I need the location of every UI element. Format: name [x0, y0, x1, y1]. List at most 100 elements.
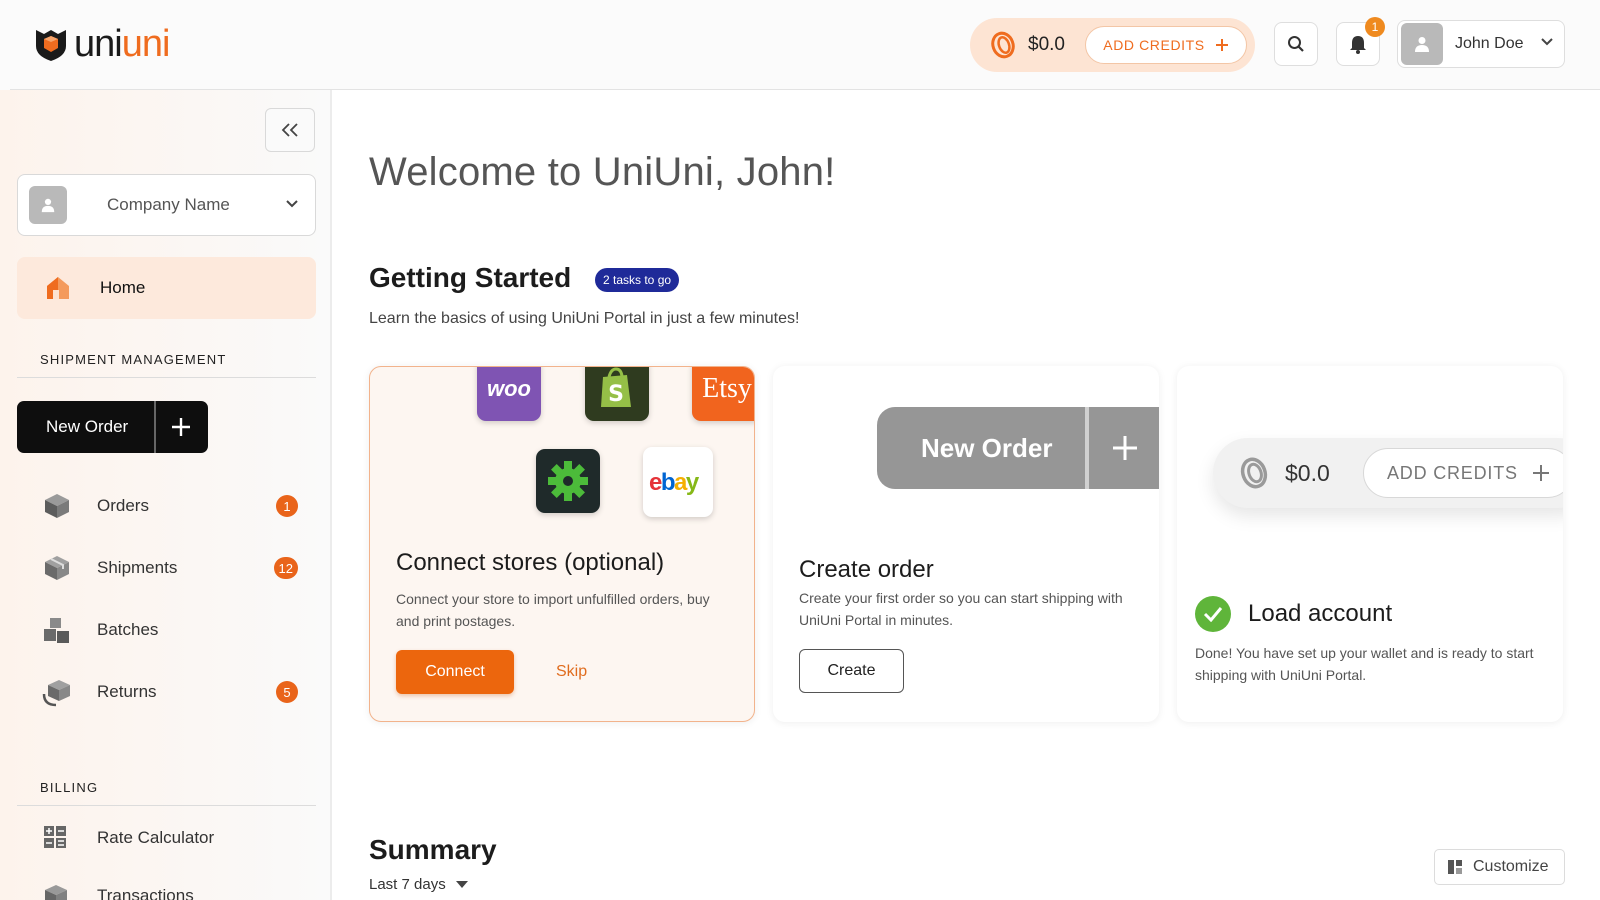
company-name: Company Name — [107, 195, 230, 214]
etsy-logo: Etsy — [692, 367, 754, 421]
check-circle-icon — [1195, 596, 1231, 632]
tasks-remaining-badge: 2 tasks to go — [595, 268, 680, 292]
customize-label: Customize — [1473, 858, 1549, 875]
ebay-wordmark-icon: ebay — [649, 469, 701, 495]
customize-button[interactable]: Customize — [1434, 849, 1565, 885]
search-icon — [1288, 36, 1304, 52]
svg-text:S: S — [608, 382, 624, 407]
gear-icon — [548, 461, 588, 501]
section-title-billing: BILLING — [40, 780, 99, 795]
user-menu-button[interactable]: John Doe — [1397, 20, 1565, 68]
coin-icon — [991, 31, 1015, 59]
logo-text-uni-accent: uni — [121, 23, 171, 65]
plus-icon — [1113, 436, 1137, 460]
connect-button[interactable]: Connect — [396, 650, 514, 694]
connect-stores-title: Connect stores (optional) — [396, 549, 665, 576]
sidebar-item-shipments[interactable]: Shipments 12 — [17, 542, 316, 594]
button-separator — [154, 401, 156, 453]
etsy-logo-text: Etsy — [702, 373, 752, 404]
add-credits-button[interactable]: ADD CREDITS — [1085, 26, 1247, 64]
company-selector[interactable]: Company Name — [17, 174, 316, 236]
wallet-balance: $0.0 ADD CREDITS — [970, 18, 1255, 72]
sidebar-item-label: Transactions — [97, 886, 194, 900]
plus-icon — [172, 418, 190, 436]
user-avatar — [1401, 23, 1443, 65]
shopify-bag-icon: S — [601, 367, 631, 407]
svg-text:ebay: ebay — [649, 469, 700, 495]
notifications-button[interactable]: 1 — [1336, 17, 1385, 66]
load-account-description: Done! You have set up your wallet and is… — [1195, 645, 1534, 683]
transactions-icon — [45, 885, 67, 900]
returns-count-badge: 5 — [276, 681, 298, 703]
illustration-add-credits: ADD CREDITS — [1363, 448, 1563, 498]
new-order-illustration: New Order — [877, 407, 1159, 489]
chevron-down-icon — [286, 200, 298, 208]
person-icon — [41, 198, 55, 213]
button-separator — [1085, 407, 1089, 489]
sidebar-item-home[interactable]: Home — [17, 257, 316, 319]
company-avatar — [29, 186, 67, 224]
logo-text-uni: uni — [74, 23, 123, 65]
section-divider — [17, 805, 316, 806]
create-order-title: Create order — [799, 556, 934, 583]
caret-down-icon — [455, 880, 468, 888]
uniuni-shield-icon — [36, 30, 66, 61]
section-divider — [17, 377, 316, 378]
woocommerce-logo: woo — [477, 367, 541, 421]
sidebar-item-label: Returns — [97, 682, 157, 701]
notification-count-badge: 1 — [1365, 17, 1385, 37]
wallet-amount: $0.0 — [1028, 34, 1065, 55]
coin-icon — [1240, 457, 1268, 489]
person-icon — [1415, 37, 1429, 52]
skip-button[interactable]: Skip — [556, 650, 587, 694]
illustration-add-credits-label: ADD CREDITS — [1387, 462, 1518, 483]
layout-icon — [1448, 860, 1462, 874]
wallet-illustration: $0.0 ADD CREDITS — [1213, 438, 1563, 508]
user-name: John Doe — [1455, 35, 1524, 52]
bell-icon — [1350, 36, 1366, 54]
sidebar-item-batches[interactable]: Batches — [17, 604, 316, 656]
create-order-description: Create your first order so you can start… — [799, 590, 1123, 628]
ebay-logo: ebay — [643, 447, 713, 517]
shipments-box-icon — [45, 556, 69, 580]
search-button[interactable] — [1274, 22, 1318, 66]
uniuni-logo[interactable]: uniuni — [34, 23, 171, 65]
sidebar: Company Name Home SHIPMENT MANAGEMENT Ne… — [0, 90, 332, 900]
sidebar-item-returns[interactable]: Returns 5 — [17, 666, 316, 718]
home-icon — [47, 277, 69, 299]
getting-started-subtitle: Learn the basics of using UniUni Portal … — [369, 310, 800, 327]
collapse-sidebar-button[interactable] — [265, 108, 315, 152]
connect-stores-card: woo S Etsy ebay Connect stores (optional… — [369, 366, 755, 722]
sidebar-item-label: Shipments — [97, 558, 178, 577]
getting-started-title: Getting Started — [369, 262, 572, 293]
sidebar-item-orders[interactable]: Orders 1 — [17, 480, 316, 532]
period-label: Last 7 days — [369, 876, 446, 893]
returns-box-icon — [42, 680, 70, 707]
plus-icon — [1532, 465, 1549, 481]
woo-logo-text: woo — [487, 376, 531, 401]
page-title: Welcome to UniUni, John! — [369, 150, 836, 194]
double-chevron-left-icon — [281, 123, 298, 137]
shopify-logo: S — [585, 367, 649, 421]
sidebar-item-transactions[interactable]: Transactions — [17, 870, 316, 900]
sidebar-item-label: Rate Calculator — [97, 828, 215, 847]
add-credits-label: ADD CREDITS — [1103, 37, 1205, 53]
batches-boxes-icon — [44, 618, 69, 643]
shipments-count-badge: 12 — [273, 557, 298, 579]
sidebar-item-label: Orders — [97, 496, 149, 515]
sidebar-item-label: Batches — [97, 620, 159, 639]
chevron-down-icon — [1541, 38, 1553, 46]
create-button[interactable]: Create — [799, 649, 904, 693]
new-order-button[interactable]: New Order — [17, 401, 208, 453]
period-selector[interactable]: Last 7 days — [369, 876, 468, 893]
calculator-grid-icon — [44, 826, 66, 848]
sidebar-item-rate-calculator[interactable]: Rate Calculator — [17, 812, 316, 864]
store-settings-logo — [536, 449, 600, 513]
orders-count-badge: 1 — [276, 495, 298, 517]
load-account-card: $0.0 ADD CREDITS Load account Done! You … — [1177, 366, 1563, 722]
load-account-title: Load account — [1248, 600, 1393, 627]
new-order-label: New Order — [46, 417, 129, 436]
sidebar-item-label: Home — [100, 278, 146, 297]
illustration-new-order-label: New Order — [921, 432, 1053, 463]
plus-icon — [1215, 39, 1228, 51]
